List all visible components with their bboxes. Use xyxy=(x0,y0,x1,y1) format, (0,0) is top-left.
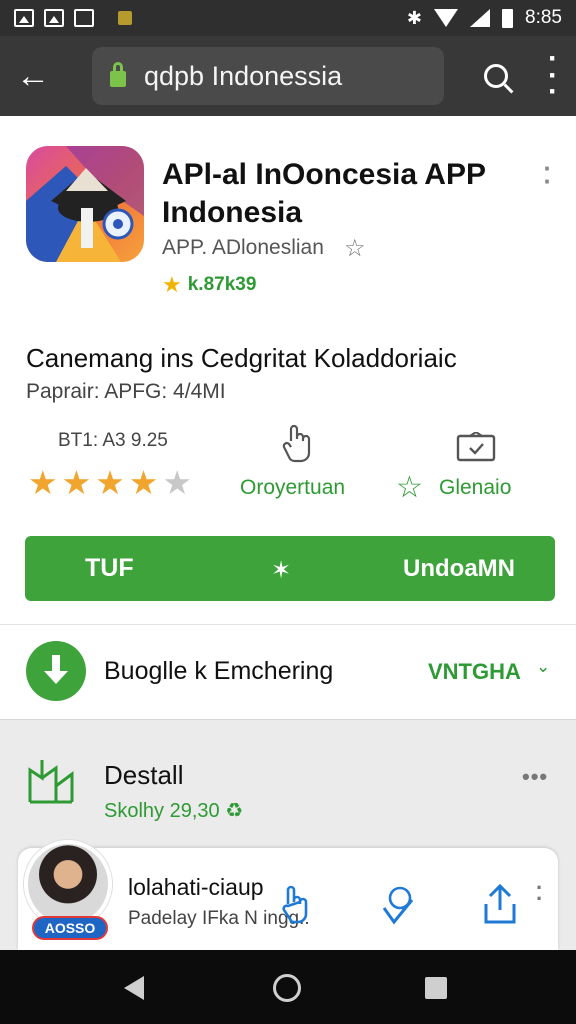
review-overflow-icon[interactable]: · · xyxy=(536,877,543,910)
nav-home-icon[interactable] xyxy=(273,974,301,1002)
status-time: 8:85 xyxy=(525,7,562,28)
lock-icon xyxy=(110,62,126,87)
review-title: lolahati-ciaup xyxy=(128,874,264,900)
developer-name[interactable]: APP. ADloneslian xyxy=(162,236,324,260)
stats-label: BT1: A3 9.25 xyxy=(58,430,168,451)
details-section: Destall Skolhy 29,30 ♻ ••• AOSSO lolahat… xyxy=(0,720,576,950)
rating-value: k.87k39 xyxy=(187,274,257,295)
app-description: Canemang ins Cedgritat Koladdoriaic xyxy=(26,343,457,373)
details-icon xyxy=(28,760,74,804)
details-more-icon[interactable]: ••• xyxy=(522,764,548,790)
system-nav-bar xyxy=(0,950,576,1024)
download-text: Buoglle k Emchering xyxy=(104,657,334,685)
app-logo xyxy=(26,146,144,262)
download-button[interactable]: UndoaMN xyxy=(375,536,555,601)
action-label-2[interactable]: Glenaio xyxy=(439,476,511,500)
app-notification-icon xyxy=(74,9,94,27)
star-filled-icon: ★ xyxy=(95,464,125,501)
star-filled-icon: ★ xyxy=(128,464,159,501)
app-meta: Paprair: APFG: 4/4MI xyxy=(26,380,226,403)
wifi-icon xyxy=(434,9,459,27)
star-filled-icon: ★ xyxy=(28,464,58,501)
star-rating: ★ ★ ★ ★ ★ xyxy=(28,466,192,499)
thumbs-up-icon[interactable]: ✶ xyxy=(271,556,291,585)
search-icon[interactable] xyxy=(484,64,508,88)
rating-summary: ★ k.87k39 xyxy=(162,272,256,298)
wishlist-star-icon[interactable]: ☆ xyxy=(344,234,366,263)
status-notifications xyxy=(14,9,132,27)
download-row[interactable]: Buoglle k Emchering VNTGHA ⌄ xyxy=(0,624,576,720)
thumb-up-icon[interactable] xyxy=(280,884,314,926)
star-filled-icon: ★ xyxy=(61,464,92,501)
favorite-star-icon[interactable]: ☆ xyxy=(396,470,423,505)
star-empty-icon: ★ xyxy=(162,464,192,501)
nav-back-icon[interactable] xyxy=(124,976,144,1000)
download-status[interactable]: VNTGHA xyxy=(428,659,521,685)
nav-recents-icon[interactable] xyxy=(425,977,447,999)
download-icon xyxy=(26,641,86,701)
overflow-menu-icon[interactable]: · · · xyxy=(546,44,560,107)
check-icon[interactable] xyxy=(380,884,416,926)
status-bar: ✱ 8:85 xyxy=(0,0,576,36)
cast-notification-icon xyxy=(118,11,132,25)
bluetooth-icon: ✱ xyxy=(406,7,423,28)
battery-icon xyxy=(502,8,514,28)
browser-toolbar: ← qdpb Indonessia · · · xyxy=(0,36,576,116)
chevron-down-icon[interactable]: ⌄ xyxy=(536,657,550,677)
avatar-badge: AOSSO xyxy=(32,916,108,940)
back-arrow-icon[interactable]: ← xyxy=(16,59,64,93)
card-overflow-icon[interactable]: · · xyxy=(543,155,552,194)
app-title: APl-al InOoncesia APP Indonesia xyxy=(162,158,486,229)
url-text[interactable]: qdpb Indonessia xyxy=(144,61,342,92)
gallery-notification-icon xyxy=(44,9,64,27)
tv-icon[interactable] xyxy=(456,432,496,462)
details-title: Destall xyxy=(104,760,184,790)
like-hand-icon[interactable] xyxy=(281,423,313,463)
tuf-button[interactable]: TUF xyxy=(25,536,175,601)
review-card[interactable]: AOSSO lolahati-ciaup Padelay IFka N ingg… xyxy=(18,840,558,950)
install-bar: TUF ✶ UndoaMN xyxy=(25,536,555,601)
action-label-1[interactable]: Oroyertuan xyxy=(240,476,345,500)
signal-icon xyxy=(470,9,491,27)
app-card: APl-al InOoncesia APP Indonesia · · APP. … xyxy=(0,116,576,624)
avatar[interactable] xyxy=(24,840,112,928)
photo-notification-icon xyxy=(14,9,34,27)
details-subtitle: Skolhy 29,30 ♻ xyxy=(104,800,244,822)
url-bar[interactable]: qdpb Indonessia xyxy=(92,47,444,105)
share-icon[interactable] xyxy=(482,882,518,926)
rating-star-icon: ★ xyxy=(162,272,182,297)
